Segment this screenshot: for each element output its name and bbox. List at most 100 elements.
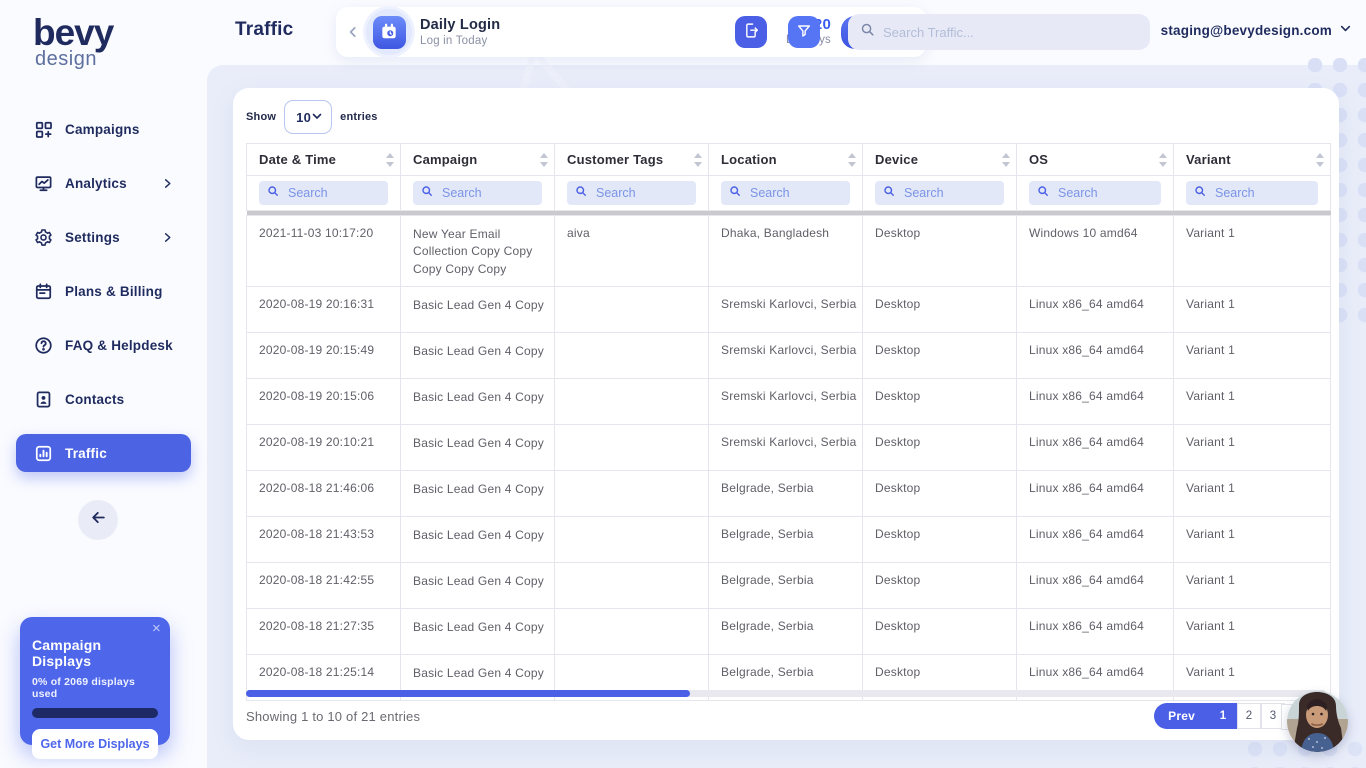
search-input[interactable] bbox=[883, 25, 1138, 40]
sort-icon bbox=[1159, 153, 1167, 167]
sidebar-item-settings[interactable]: Settings bbox=[16, 218, 191, 256]
column-header-date-time[interactable]: Date & Time bbox=[247, 144, 401, 176]
cell-os: Windows 10 amd64 bbox=[1017, 216, 1174, 287]
sidebar-item-plans-billing[interactable]: Plans & Billing bbox=[16, 272, 191, 310]
column-header-os[interactable]: OS bbox=[1017, 144, 1174, 176]
sidebar-item-analytics[interactable]: Analytics bbox=[16, 164, 191, 202]
cell-date-time: 2020-08-18 21:43:53 bbox=[247, 517, 401, 563]
cell-campaign: Basic Lead Gen 4 Copy bbox=[401, 425, 555, 471]
column-filter-input[interactable] bbox=[1215, 186, 1310, 200]
calendar-clock-icon bbox=[373, 16, 406, 49]
filter-button[interactable] bbox=[788, 16, 820, 48]
analytics-monitor-icon bbox=[33, 174, 53, 193]
promo-title: Campaign Displays bbox=[32, 637, 158, 669]
sidebar-collapse-button[interactable] bbox=[78, 500, 118, 540]
column-filter-input[interactable] bbox=[750, 186, 842, 200]
entries-summary: Showing 1 to 10 of 21 entries bbox=[246, 709, 420, 724]
cell-os: Linux x86_64 amd64 bbox=[1017, 517, 1174, 563]
table-header-row: Date & TimeCampaign Customer Tags Location… bbox=[247, 144, 1331, 176]
page-size-row: Show 10 entries bbox=[246, 100, 378, 134]
cell-customer-tags bbox=[555, 379, 709, 425]
brand-logo[interactable]: bevy design bbox=[33, 14, 113, 69]
sidebar-item-label: Contacts bbox=[65, 392, 124, 407]
search-icon bbox=[267, 184, 279, 202]
pagination-page-2[interactable]: 2 bbox=[1237, 703, 1261, 729]
column-filter-input[interactable] bbox=[596, 186, 688, 200]
table-row: 2020-08-19 20:10:21Basic Lead Gen 4 Copy… bbox=[247, 425, 1331, 471]
cell-customer-tags bbox=[555, 425, 709, 471]
cell-campaign: Basic Lead Gen 4 Copy bbox=[401, 333, 555, 379]
brand-name: bevy bbox=[33, 14, 113, 51]
sidebar-item-traffic[interactable]: Traffic bbox=[16, 434, 191, 472]
question-circle-icon bbox=[33, 336, 53, 355]
sidebar-item-faq-helpdesk[interactable]: FAQ & Helpdesk bbox=[16, 326, 191, 364]
pagination-prev-button[interactable]: Prev bbox=[1154, 703, 1209, 729]
sidebar-item-campaigns[interactable]: Campaigns bbox=[16, 110, 191, 148]
get-more-displays-button[interactable]: Get More Displays bbox=[32, 729, 158, 759]
sidebar-item-label: Traffic bbox=[65, 446, 107, 461]
cell-date-time: 2020-08-18 21:42:55 bbox=[247, 563, 401, 609]
billing-calendar-icon bbox=[33, 282, 53, 301]
page-size-select[interactable]: 10 bbox=[284, 100, 332, 134]
sidebar-item-label: Plans & Billing bbox=[65, 284, 163, 299]
column-header-campaign[interactable]: Campaign bbox=[401, 144, 555, 176]
page-size-value: 10 bbox=[296, 110, 311, 125]
column-label: Customer Tags bbox=[567, 152, 663, 167]
cell-date-time: 2021-11-03 10:17:20 bbox=[247, 216, 401, 287]
sort-icon bbox=[848, 153, 856, 167]
carousel-prev-icon[interactable] bbox=[346, 25, 360, 39]
horizontal-scrollbar-thumb[interactable] bbox=[246, 690, 690, 697]
sidebar-item-contacts[interactable]: Contacts bbox=[16, 380, 191, 418]
page-title: Traffic bbox=[235, 19, 293, 41]
cell-customer-tags bbox=[555, 471, 709, 517]
column-header-location[interactable]: Location bbox=[709, 144, 863, 176]
horizontal-scrollbar-track[interactable] bbox=[246, 690, 1326, 697]
search-icon bbox=[883, 184, 895, 202]
filter-cell-date-time bbox=[247, 176, 401, 211]
column-header-customer-tags[interactable]: Customer Tags bbox=[555, 144, 709, 176]
column-filter-device bbox=[875, 181, 1004, 205]
table-row: 2020-08-18 21:43:53Basic Lead Gen 4 Copy… bbox=[247, 517, 1331, 563]
contacts-icon bbox=[33, 390, 53, 409]
traffic-chart-icon bbox=[33, 444, 53, 463]
traffic-table: Date & TimeCampaign Customer Tags Location… bbox=[246, 143, 1330, 701]
cell-os: Linux x86_64 amd64 bbox=[1017, 425, 1174, 471]
close-icon[interactable]: × bbox=[152, 621, 161, 636]
daily-login-title: Daily Login bbox=[420, 16, 500, 34]
column-filter-campaign bbox=[413, 181, 542, 205]
column-header-device[interactable]: Device bbox=[863, 144, 1017, 176]
cell-customer-tags bbox=[555, 609, 709, 655]
pagination-page-1[interactable]: 1 bbox=[1209, 703, 1237, 729]
column-filter-input[interactable] bbox=[1058, 186, 1153, 200]
column-filter-input[interactable] bbox=[288, 186, 380, 200]
column-filter-input[interactable] bbox=[442, 186, 534, 200]
column-label: Location bbox=[721, 152, 777, 167]
column-filter-customer-tags bbox=[567, 181, 696, 205]
cell-variant: Variant 1 bbox=[1174, 379, 1331, 425]
show-label: Show bbox=[246, 111, 276, 123]
cell-date-time: 2020-08-19 20:16:31 bbox=[247, 287, 401, 333]
campaign-displays-promo-card: × Campaign Displays 0% of 2069 displays … bbox=[20, 617, 170, 745]
cell-device: Desktop bbox=[863, 333, 1017, 379]
filter-cell-location bbox=[709, 176, 863, 211]
cell-date-time: 2020-08-18 21:46:06 bbox=[247, 471, 401, 517]
sort-icon bbox=[694, 153, 702, 167]
column-header-variant[interactable]: Variant bbox=[1174, 144, 1331, 176]
column-filter-input[interactable] bbox=[904, 186, 996, 200]
export-button[interactable] bbox=[735, 16, 767, 48]
export-file-icon bbox=[743, 22, 760, 42]
cell-location: Sremski Karlovci, Serbia bbox=[709, 425, 863, 471]
cell-campaign: Basic Lead Gen 4 Copy bbox=[401, 609, 555, 655]
user-avatar[interactable] bbox=[1287, 691, 1348, 752]
account-menu[interactable]: staging@bevydesign.com bbox=[1161, 22, 1352, 38]
table-row: 2020-08-18 21:46:06Basic Lead Gen 4 Copy… bbox=[247, 471, 1331, 517]
cell-device: Desktop bbox=[863, 471, 1017, 517]
sidebar-item-label: Campaigns bbox=[65, 122, 140, 137]
table-row: 2020-08-19 20:16:31Basic Lead Gen 4 Copy… bbox=[247, 287, 1331, 333]
table-row: 2020-08-18 21:42:55Basic Lead Gen 4 Copy… bbox=[247, 563, 1331, 609]
traffic-search-bar bbox=[848, 14, 1150, 50]
cell-device: Desktop bbox=[863, 517, 1017, 563]
cell-device: Desktop bbox=[863, 563, 1017, 609]
cell-date-time: 2020-08-18 21:27:35 bbox=[247, 609, 401, 655]
filter-cell-variant bbox=[1174, 176, 1331, 211]
